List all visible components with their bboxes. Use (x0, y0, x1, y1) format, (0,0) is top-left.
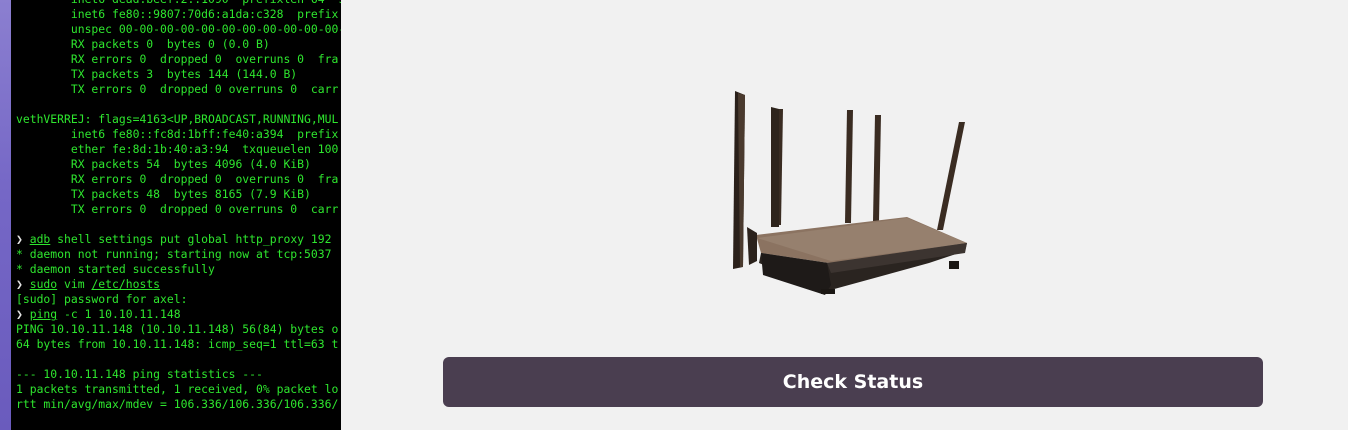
terminal-line: RX packets 54 bytes 4096 (4.0 KiB) (16, 157, 311, 171)
terminal-line: unspec 00-00-00-00-00-00-00-00-00-00-00- (16, 22, 341, 36)
wifi-router-image (733, 91, 967, 295)
check-status-button[interactable]: Check Status (443, 357, 1263, 407)
terminal-line: TX errors 0 dropped 0 overruns 0 carr (16, 202, 339, 216)
terminal-window[interactable]: inet6 dead:beef:2::1090 prefixlen 64 s i… (11, 0, 341, 430)
terminal-command-args: -c 1 10.10.11.148 (57, 307, 181, 321)
terminal-line: vethVERREJ: flags=4163<UP,BROADCAST,RUNN… (16, 112, 339, 126)
desktop-wallpaper-strip (0, 0, 11, 430)
terminal-command-args: vim (57, 277, 92, 291)
terminal-line: ❯ ping -c 1 10.10.11.148 (16, 307, 341, 322)
terminal-line: * daemon not running; starting now at tc… (16, 247, 332, 261)
terminal-line: ❯ adb shell settings put global http_pro… (16, 232, 341, 247)
terminal-line: inet6 fe80::9807:70d6:a1da:c328 prefix (16, 7, 339, 21)
terminal-line: RX errors 0 dropped 0 overruns 0 fra (16, 172, 339, 186)
terminal-command: ping (29, 307, 58, 321)
prompt-chevron-icon: ❯ (16, 307, 30, 321)
terminal-path-arg: /etc/hosts (91, 277, 161, 291)
terminal-line: rtt min/avg/max/mdev = 106.336/106.336/1… (16, 397, 339, 411)
terminal-line: RX errors 0 dropped 0 overruns 0 fra (16, 52, 339, 66)
terminal-line: TX packets 48 bytes 8165 (7.9 KiB) (16, 187, 311, 201)
terminal-line: * daemon started successfully (16, 262, 215, 276)
terminal-line: 1 packets transmitted, 1 received, 0% pa… (16, 382, 339, 396)
prompt-chevron-icon: ❯ (16, 232, 30, 246)
main-panel: Check Status (341, 0, 1348, 430)
terminal-line: PING 10.10.11.148 (10.10.11.148) 56(84) … (16, 322, 339, 336)
terminal-command: sudo (29, 277, 58, 291)
terminal-output: inet6 dead:beef:2::1090 prefixlen 64 s i… (16, 0, 341, 412)
terminal-command-args: shell settings put global http_proxy 192 (50, 232, 332, 246)
terminal-line: inet6 dead:beef:2::1090 prefixlen 64 s (16, 0, 341, 7)
terminal-line: RX packets 0 bytes 0 (0.0 B) (16, 37, 270, 51)
terminal-line: 64 bytes from 10.10.11.148: icmp_seq=1 t… (16, 337, 339, 351)
terminal-line: ether fe:8d:1b:40:a3:94 txqueuelen 100 (16, 142, 339, 156)
terminal-line: --- 10.10.11.148 ping statistics --- (16, 367, 263, 381)
terminal-command: adb (29, 232, 51, 246)
terminal-line: ❯ sudo vim /etc/hosts (16, 277, 341, 292)
prompt-chevron-icon: ❯ (16, 277, 30, 291)
terminal-line: [sudo] password for axel: (16, 292, 188, 306)
terminal-line: TX errors 0 dropped 0 overruns 0 carr (16, 82, 339, 96)
terminal-line: TX packets 3 bytes 144 (144.0 B) (16, 67, 298, 81)
terminal-line: inet6 fe80::fc8d:1bff:fe40:a394 prefix (16, 127, 339, 141)
